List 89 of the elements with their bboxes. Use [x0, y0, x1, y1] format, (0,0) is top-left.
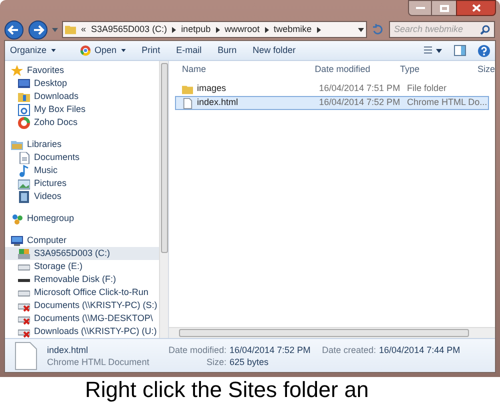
- column-header[interactable]: Name: [169, 63, 315, 77]
- preview-pane-icon[interactable]: [454, 45, 466, 56]
- sidebar-item[interactable]: Downloads: [5, 90, 159, 103]
- file-date: 16/04/2014 7:52 PM: [319, 96, 402, 110]
- toolbar-button[interactable]: Organize: [10, 44, 56, 58]
- document-icon: [18, 152, 30, 164]
- film-icon: [18, 190, 30, 202]
- toolbar-button[interactable]: New folder: [252, 44, 296, 58]
- sidebar-item[interactable]: Storage (E:): [5, 260, 159, 273]
- file-date: 16/04/2014 7:51 PM: [319, 82, 402, 96]
- field-value: 16/04/2014 7:44 PM: [379, 344, 460, 356]
- sidebar-group[interactable]: Homegroup: [5, 212, 159, 225]
- folder-icon: [18, 90, 30, 102]
- breadcrumb[interactable]: wwwroot: [224, 22, 260, 36]
- toolbar-button[interactable]: Burn: [218, 44, 237, 58]
- minimize-button[interactable]: [408, 0, 432, 16]
- sidebar-item[interactable]: My Box Files: [5, 103, 159, 116]
- chevron-icon[interactable]: [172, 26, 176, 33]
- file-name: images: [197, 82, 226, 96]
- caret-icon: [50, 49, 56, 52]
- sidebar-item[interactable]: Documents (\\MG-DESKTOP\: [5, 312, 159, 325]
- document-icon: [15, 342, 37, 370]
- monitor-icon: [11, 234, 23, 246]
- folder-icon: [11, 138, 23, 150]
- file-type: File folder: [407, 82, 448, 96]
- sidebar-group[interactable]: Favorites: [5, 64, 159, 77]
- field-label: Size:: [205, 356, 226, 368]
- file-name: index.html: [47, 344, 88, 356]
- address-bar[interactable]: « S3A9565D003 (C:) inetpub wwwroot twebmike: [62, 21, 367, 38]
- document-icon: [182, 98, 193, 108]
- column-header[interactable]: Date modified: [314, 63, 400, 77]
- back-icon[interactable]: [4, 20, 24, 40]
- breadcrumb[interactable]: S3A9565D003 (C:): [91, 22, 168, 36]
- field-value: 625 bytes: [229, 356, 270, 368]
- star-icon: [11, 64, 23, 76]
- horizontal-scrollbar[interactable]: [169, 327, 495, 338]
- sidebar-group[interactable]: Computer: [5, 234, 159, 247]
- drive-icon: [18, 248, 30, 260]
- breadcrumb[interactable]: inetpub: [181, 22, 211, 36]
- field-value: 16/04/2014 7:52 PM: [229, 344, 312, 356]
- sidebar-item[interactable]: Removable Disk (F:): [5, 273, 159, 286]
- field-label: Date modified:: [167, 344, 226, 356]
- caption: Right click the Sites folder an: [85, 378, 369, 402]
- search-placeholder: Search twebmike: [394, 22, 464, 36]
- close-icon: [472, 4, 480, 12]
- file-row[interactable]: images 16/04/2014 7:51 PM File folder: [175, 82, 489, 96]
- overflow-chevron[interactable]: «: [81, 22, 86, 36]
- square-icon: [18, 104, 30, 116]
- sidebar-group[interactable]: Libraries: [5, 138, 159, 151]
- sidebar-item[interactable]: Microsoft Office Click-to-Run: [5, 286, 159, 299]
- sidebar-item[interactable]: S3A9565D003 (C:): [5, 247, 159, 260]
- file-type: Chrome HTML Document: [47, 356, 150, 368]
- file-row[interactable]: index.html 16/04/2014 7:52 PM Chrome HTML Do...: [175, 96, 489, 110]
- image-icon: [18, 178, 30, 190]
- people-icon: [11, 212, 23, 224]
- maximize-button[interactable]: [432, 0, 456, 16]
- view-options-icon[interactable]: [424, 46, 442, 56]
- caret-icon: [120, 49, 126, 52]
- file-name: index.html: [197, 96, 238, 110]
- field-label: Date created:: [322, 344, 376, 356]
- sidebar-item[interactable]: Downloads (\\KRISTY-PC) (U:): [5, 325, 159, 338]
- help-icon[interactable]: [478, 44, 490, 56]
- sidebar-item[interactable]: Videos: [5, 190, 159, 203]
- scrollbar[interactable]: [159, 61, 168, 338]
- caret-icon[interactable]: [358, 28, 364, 32]
- toolbar-button[interactable]: E-mail: [176, 44, 202, 58]
- note-icon: [18, 164, 30, 176]
- ring-icon: [18, 116, 30, 128]
- sidebar-item[interactable]: Zoho Docs: [5, 116, 159, 129]
- monitor-icon: [18, 78, 30, 90]
- forward-icon[interactable]: [28, 20, 48, 40]
- sidebar-item[interactable]: Music: [5, 164, 159, 177]
- chevron-icon[interactable]: [216, 26, 220, 33]
- toolbar-button[interactable]: Open: [80, 44, 126, 58]
- ring-icon: [80, 45, 91, 56]
- folder-icon: [65, 24, 76, 36]
- search-icon[interactable]: [480, 24, 490, 35]
- breadcrumb[interactable]: twebmike: [274, 22, 312, 36]
- sidebar-item[interactable]: Documents (\\KRISTY-PC) (S:): [5, 299, 159, 312]
- toolbar-button[interactable]: Print: [142, 44, 160, 58]
- chevron-icon[interactable]: [264, 26, 269, 33]
- sidebar-item[interactable]: Pictures: [5, 177, 159, 190]
- close-button[interactable]: [456, 0, 496, 16]
- sidebar-item[interactable]: Desktop: [5, 77, 159, 90]
- column-header[interactable]: Type: [400, 63, 478, 77]
- sidebar-item[interactable]: Documents: [5, 151, 159, 164]
- chevron-icon[interactable]: [316, 26, 321, 33]
- column-header[interactable]: Size: [477, 63, 495, 77]
- file-type: Chrome HTML Do...: [407, 96, 487, 110]
